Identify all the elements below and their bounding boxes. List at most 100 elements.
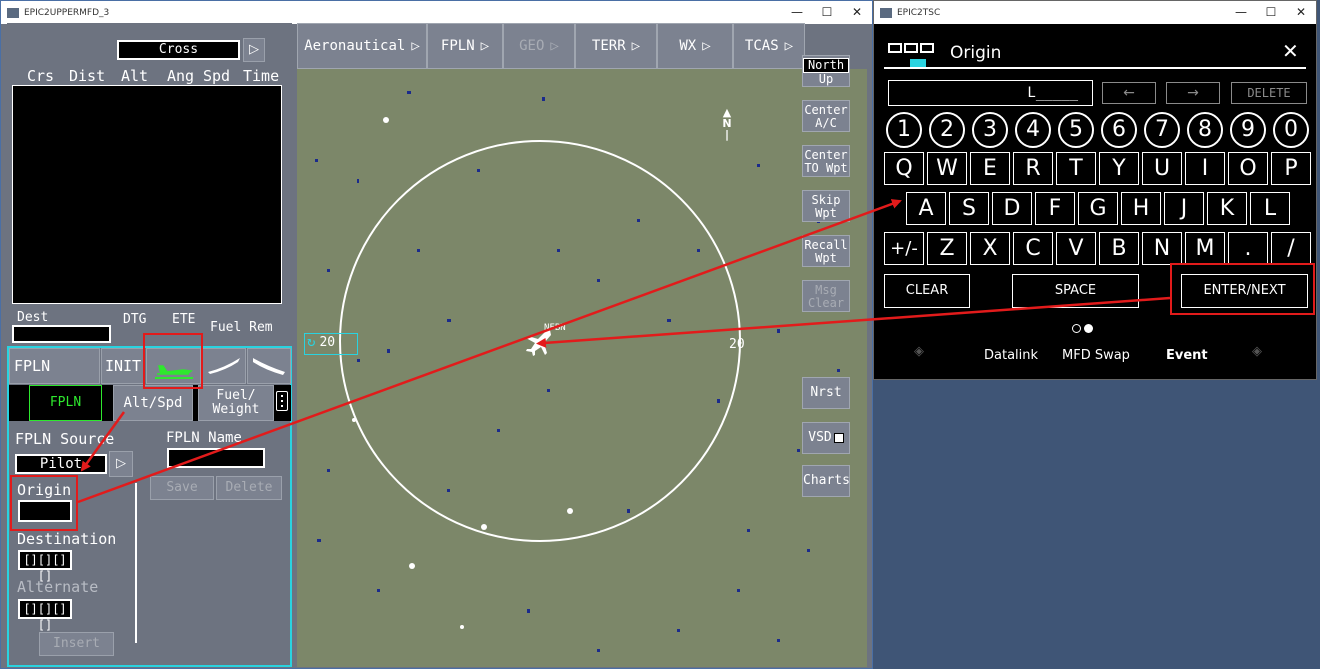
key-3[interactable]: 3 xyxy=(972,112,1008,148)
fpln-name-field[interactable] xyxy=(167,448,265,468)
key-0[interactable]: 0 xyxy=(1273,112,1309,148)
key-period[interactable]: . xyxy=(1228,232,1268,265)
key-k[interactable]: K xyxy=(1207,192,1247,225)
key-plus-minus[interactable]: +/- xyxy=(884,232,924,265)
key-z[interactable]: Z xyxy=(927,232,967,265)
key-s[interactable]: S xyxy=(949,192,989,225)
vsd-button[interactable]: VSD xyxy=(802,422,850,454)
minimize-button[interactable]: — xyxy=(782,1,812,24)
key-j[interactable]: J xyxy=(1164,192,1204,225)
alternate-field[interactable]: [][][][] xyxy=(18,599,72,632)
key-y[interactable]: Y xyxy=(1099,152,1139,185)
key-9[interactable]: 9 xyxy=(1230,112,1266,148)
tsc-close-button[interactable]: ✕ xyxy=(1286,1,1316,24)
center-ac-button[interactable]: Center A/C xyxy=(802,100,850,132)
more-options-icon[interactable] xyxy=(276,391,288,411)
menu-tcas[interactable]: TCAS ▷ xyxy=(733,23,805,69)
key-d[interactable]: D xyxy=(992,192,1032,225)
subtab-fpln[interactable]: FPLN xyxy=(29,385,102,421)
space-button[interactable]: SPACE xyxy=(1012,274,1139,308)
key-f[interactable]: F xyxy=(1035,192,1075,225)
key-m[interactable]: M xyxy=(1185,232,1225,265)
map-display[interactable]: ↻ 20 20 ▲ N | NFBN xyxy=(297,69,867,667)
tsc-minimize-button[interactable]: — xyxy=(1226,1,1256,24)
key-g[interactable]: G xyxy=(1078,192,1118,225)
key-l[interactable]: L xyxy=(1250,192,1290,225)
menu-wx[interactable]: WX ▷ xyxy=(657,23,733,69)
menu-terr[interactable]: TERR ▷ xyxy=(575,23,657,69)
clear-button[interactable]: CLEAR xyxy=(884,274,970,308)
key-7[interactable]: 7 xyxy=(1144,112,1180,148)
key-u[interactable]: U xyxy=(1142,152,1182,185)
origin-field[interactable] xyxy=(18,500,72,522)
close-button[interactable]: ✕ xyxy=(842,1,872,24)
pager-dot-1[interactable] xyxy=(1072,324,1081,333)
key-b[interactable]: B xyxy=(1099,232,1139,265)
delete-button[interactable]: Delete xyxy=(216,476,282,500)
tab-landing[interactable] xyxy=(247,348,291,384)
datalink-button[interactable]: Datalink xyxy=(984,348,1038,363)
key-6[interactable]: 6 xyxy=(1101,112,1137,148)
menu-aeronautical[interactable]: Aeronautical ▷ xyxy=(297,23,427,69)
key-x[interactable]: X xyxy=(970,232,1010,265)
pager-dot-2[interactable] xyxy=(1084,324,1093,333)
menu-fpln[interactable]: FPLN ▷ xyxy=(427,23,503,69)
key-t[interactable]: T xyxy=(1056,152,1096,185)
mode-arrow-button[interactable]: ▷ xyxy=(243,38,265,62)
fpln-source-arrow-button[interactable]: ▷ xyxy=(109,451,133,477)
tsc-maximize-button[interactable]: ☐ xyxy=(1256,1,1286,24)
maximize-button[interactable]: ☐ xyxy=(812,1,842,24)
enter-next-button[interactable]: ENTER/NEXT xyxy=(1181,274,1308,308)
mfd-swap-button[interactable]: MFD Swap xyxy=(1062,348,1130,363)
cursor-right-button[interactable]: → xyxy=(1166,82,1220,104)
delete-key[interactable]: DELETE xyxy=(1231,82,1307,104)
key-h[interactable]: H xyxy=(1121,192,1161,225)
key-i[interactable]: I xyxy=(1185,152,1225,185)
nrst-button[interactable]: Nrst xyxy=(802,377,850,409)
key-v[interactable]: V xyxy=(1056,232,1096,265)
key-q[interactable]: Q xyxy=(884,152,924,185)
key-slash[interactable]: / xyxy=(1271,232,1311,265)
key-c[interactable]: C xyxy=(1013,232,1053,265)
event-button[interactable]: Event xyxy=(1166,348,1208,363)
key-a[interactable]: A xyxy=(906,192,946,225)
subtab-alt-spd[interactable]: Alt/Spd xyxy=(113,385,193,421)
north-up-button[interactable]: North Up xyxy=(802,55,850,87)
tab-takeoff[interactable] xyxy=(146,348,201,384)
cursor-left-button[interactable]: ← xyxy=(1102,82,1156,104)
menu-geo[interactable]: GEO ▷ xyxy=(503,23,575,69)
key-8[interactable]: 8 xyxy=(1187,112,1223,148)
tab-init[interactable]: INIT xyxy=(101,348,145,384)
recall-wpt-button[interactable]: Recall Wpt xyxy=(802,235,850,267)
key-2[interactable]: 2 xyxy=(929,112,965,148)
range-selector[interactable]: ↻ 20 xyxy=(304,333,358,355)
key-r[interactable]: R xyxy=(1013,152,1053,185)
menu-arrow-icon: ▷ xyxy=(550,38,559,54)
tsc-input-field[interactable]: L_____ xyxy=(888,80,1093,106)
key-e[interactable]: E xyxy=(970,152,1010,185)
key-p[interactable]: P xyxy=(1271,152,1311,185)
right-nav-icon[interactable]: ◈ xyxy=(1252,344,1262,359)
save-button[interactable]: Save xyxy=(150,476,214,500)
key-4[interactable]: 4 xyxy=(1015,112,1051,148)
left-nav-icon[interactable]: ◈ xyxy=(914,344,924,359)
charts-button[interactable]: Charts xyxy=(802,465,850,497)
tab-cruise[interactable] xyxy=(202,348,246,384)
fpln-source-field[interactable]: Pilot xyxy=(15,454,107,474)
key-w[interactable]: W xyxy=(927,152,967,185)
insert-button[interactable]: Insert xyxy=(39,632,114,656)
destination-field[interactable]: [][][][] xyxy=(18,550,72,583)
mode-select[interactable]: Cross xyxy=(117,40,240,60)
key-n[interactable]: N xyxy=(1142,232,1182,265)
pager-dots[interactable] xyxy=(1072,318,1093,337)
key-1[interactable]: 1 xyxy=(886,112,922,148)
center-to-wpt-button[interactable]: Center TO Wpt xyxy=(802,145,850,177)
skip-wpt-button[interactable]: Skip Wpt xyxy=(802,190,850,222)
close-icon[interactable]: ✕ xyxy=(1282,39,1299,63)
tab-fpln[interactable]: FPLN xyxy=(9,348,100,384)
key-5[interactable]: 5 xyxy=(1058,112,1094,148)
dest-field[interactable] xyxy=(12,325,111,343)
subtab-fuel-weight[interactable]: Fuel/ Weight xyxy=(198,385,274,421)
key-o[interactable]: O xyxy=(1228,152,1268,185)
msg-clear-button[interactable]: Msg Clear xyxy=(802,280,850,312)
